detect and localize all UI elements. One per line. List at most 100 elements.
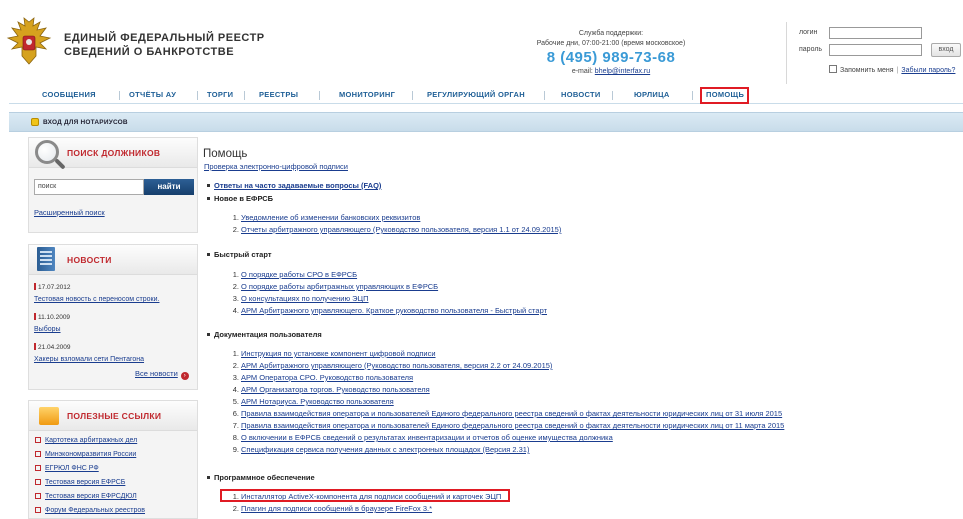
useful-link[interactable]: Тестовая версия ЕФРСБ	[35, 479, 125, 486]
useful-link-text[interactable]: Картотека арбитражных дел	[45, 437, 137, 444]
date-marker	[34, 313, 36, 320]
list-item-link[interactable]: Плагин для подписи сообщений в браузере …	[241, 504, 432, 513]
search-panel-title: ПОИСК ДОЛЖНИКОВ	[67, 148, 161, 158]
useful-link-text[interactable]: Тестовая версия ЕФРСБ	[45, 479, 125, 486]
list-item[interactable]: 2. АРМ Арбитражного управляющего (Руковод…	[229, 361, 553, 370]
list-item-link[interactable]: О порядке работы арбитражных управляющих…	[241, 282, 438, 291]
faq-row: Ответы на часто задаваемые вопросы (FAQ)	[207, 181, 381, 190]
list-item[interactable]: 1. Инструкция по установке компонент цифр…	[229, 349, 436, 358]
nav-separator	[244, 91, 245, 100]
nav-separator	[119, 91, 120, 100]
list-item-link[interactable]: Правила взаимодействия оператора и польз…	[241, 409, 782, 418]
section-title-text: Документация пользователя	[214, 330, 322, 339]
useful-links-panel: ПОЛЕЗНЫЕ ССЫЛКИ Картотека арбитражных де…	[28, 400, 198, 519]
external-link-icon	[35, 451, 41, 457]
signature-check-link[interactable]: Проверка электронно-цифровой подписи	[204, 162, 348, 171]
remember-label: Запомнить меня	[840, 67, 894, 74]
list-item-link[interactable]: Правила взаимодействия оператора и польз…	[241, 421, 784, 430]
list-item[interactable]: 2. О порядке работы арбитражных управляющ…	[229, 282, 438, 291]
all-news-link[interactable]: Все новости	[135, 369, 178, 378]
section-title-text: Быстрый старт	[214, 250, 272, 259]
item-number: 1.	[232, 270, 239, 279]
list-item-link[interactable]: О консультациях по получению ЭЦП	[241, 294, 369, 303]
list-item-link[interactable]: Уведомление об изменении банковских рекв…	[241, 213, 420, 222]
news-link[interactable]: Выборы	[34, 326, 61, 333]
useful-link[interactable]: Минэкономразвития России	[35, 451, 136, 458]
faq-link[interactable]: Ответы на часто задаваемые вопросы (FAQ)	[214, 181, 381, 190]
news-date: 17.07.2012	[34, 283, 71, 291]
item-number: 2.	[232, 504, 239, 513]
list-item-link[interactable]: Инструкция по установке компонент цифров…	[241, 349, 436, 358]
all-news-row: Все новости ›	[135, 369, 189, 380]
useful-link[interactable]: Картотека арбитражных дел	[35, 437, 137, 444]
login-button[interactable]: вход	[931, 43, 961, 57]
site-title[interactable]: ЕДИНЫЙ ФЕДЕРАЛЬНЫЙ РЕЕСТР СВЕДЕНИЙ О БАН…	[64, 31, 265, 59]
support-title: Служба поддержки:	[578, 30, 644, 37]
list-item[interactable]: 9. Спецификация сервиса получения данных …	[229, 445, 530, 454]
list-item[interactable]: 7. Правила взаимодействия оператора и пол…	[229, 421, 785, 430]
nav-registries[interactable]: РЕЕСТРЫ	[259, 90, 298, 99]
item-number: 1.	[232, 349, 239, 358]
external-link-icon	[35, 507, 41, 513]
useful-link-text[interactable]: Форум Федеральных реестров	[45, 507, 145, 514]
search-button[interactable]: найти	[144, 179, 194, 195]
bullet	[207, 252, 210, 256]
section-title: Быстрый старт	[207, 250, 272, 259]
login-input[interactable]	[829, 27, 922, 39]
news-link[interactable]: Хакеры взломали сети Пентагона	[34, 356, 144, 363]
list-item-link[interactable]: О включении в ЕФРСБ сведений о результат…	[241, 433, 613, 442]
password-input[interactable]	[829, 44, 922, 56]
item-number: 1.	[232, 213, 239, 222]
useful-link[interactable]: Форум Федеральных реестров	[35, 507, 145, 514]
useful-link[interactable]: ЕГРЮЛ ФНС РФ	[35, 465, 99, 472]
nav-reports[interactable]: ОТЧЁТЫ АУ	[129, 90, 176, 99]
news-date: 11.10.2009	[34, 313, 70, 321]
arrow-right-icon[interactable]: ›	[180, 372, 189, 380]
list-item-link[interactable]: АРМ Нотариуса. Руководство пользователя	[241, 397, 394, 406]
nav-monitoring[interactable]: МОНИТОРИНГ	[339, 90, 395, 99]
bullet	[207, 183, 210, 187]
list-item[interactable]: 5. АРМ Нотариуса. Руководство пользовател…	[229, 397, 394, 406]
list-item-link[interactable]: АРМ Оператора СРО. Руководство пользоват…	[241, 373, 413, 382]
nav-legal[interactable]: ЮРЛИЦА	[634, 90, 670, 99]
useful-link-text[interactable]: ЕГРЮЛ ФНС РФ	[45, 465, 99, 472]
site-title-line2: СВЕДЕНИЙ О БАНКРОТСТВЕ	[64, 46, 235, 58]
list-item[interactable]: 3. АРМ Оператора СРО. Руководство пользов…	[229, 373, 413, 382]
list-item-link[interactable]: АРМ Арбитражного управляющего. Краткое р…	[241, 306, 547, 315]
search-input[interactable]: поиск	[34, 179, 144, 195]
debtor-search-panel: ПОИСК ДОЛЖНИКОВ поиск найти Расширенный …	[28, 137, 198, 233]
support-email-link[interactable]: bhelp@interfax.ru	[595, 68, 650, 75]
notary-login-link[interactable]: ВХОД ДЛЯ НОТАРИУСОВ	[43, 119, 128, 126]
sidebar: ПОИСК ДОЛЖНИКОВ поиск найти Расширенный …	[28, 137, 198, 519]
forgot-password-link[interactable]: Забыли пароль?	[901, 67, 955, 74]
bullet	[207, 475, 210, 479]
nav-regulator[interactable]: РЕГУЛИРУЮЩИЙ ОРГАН	[427, 90, 525, 99]
list-item[interactable]: 4. АРМ Организатора торгов. Руководство п…	[229, 385, 430, 394]
list-item[interactable]: 4. АРМ Арбитражного управляющего. Краткое…	[229, 306, 547, 315]
date-marker	[34, 343, 36, 350]
useful-link[interactable]: Тестовая версия ЕФРСДЮЛ	[35, 493, 137, 500]
list-item[interactable]: 2. Плагин для подписи сообщений в браузер…	[229, 504, 432, 513]
nav-messages[interactable]: СООБЩЕНИЯ	[42, 90, 96, 99]
list-item-link[interactable]: Отчеты арбитражного управляющего (Руково…	[241, 225, 561, 234]
list-item[interactable]: 8. О включении в ЕФРСБ сведений о результ…	[229, 433, 613, 442]
list-item[interactable]: 1. О порядке работы СРО в ЕФРСБ	[229, 270, 357, 279]
remember-checkbox[interactable]	[829, 65, 837, 73]
news-link[interactable]: Тестовая новость с переносом строки.	[34, 296, 159, 303]
advanced-search-link[interactable]: Расширенный поиск	[34, 208, 105, 217]
list-item[interactable]: 6. Правила взаимодействия оператора и пол…	[229, 409, 782, 418]
list-item-link[interactable]: АРМ Арбитражного управляющего (Руководст…	[241, 361, 552, 370]
notary-login-bar[interactable]: ВХОД ДЛЯ НОТАРИУСОВ	[9, 112, 963, 132]
help-highlight-box	[700, 87, 749, 104]
item-number: 4.	[232, 306, 239, 315]
list-item[interactable]: 2. Отчеты арбитражного управляющего (Руко…	[229, 225, 562, 234]
list-item[interactable]: 1. Уведомление об изменении банковских ре…	[229, 213, 421, 222]
useful-link-text[interactable]: Тестовая версия ЕФРСДЮЛ	[45, 493, 137, 500]
nav-trades[interactable]: ТОРГИ	[207, 90, 233, 99]
nav-news[interactable]: НОВОСТИ	[561, 90, 601, 99]
useful-link-text[interactable]: Минэкономразвития России	[45, 451, 136, 458]
list-item-link[interactable]: Спецификация сервиса получения данных с …	[241, 445, 529, 454]
list-item-link[interactable]: АРМ Организатора торгов. Руководство пол…	[241, 385, 430, 394]
list-item-link[interactable]: О порядке работы СРО в ЕФРСБ	[241, 270, 357, 279]
list-item[interactable]: 3. О консультациях по получению ЭЦП	[229, 294, 369, 303]
